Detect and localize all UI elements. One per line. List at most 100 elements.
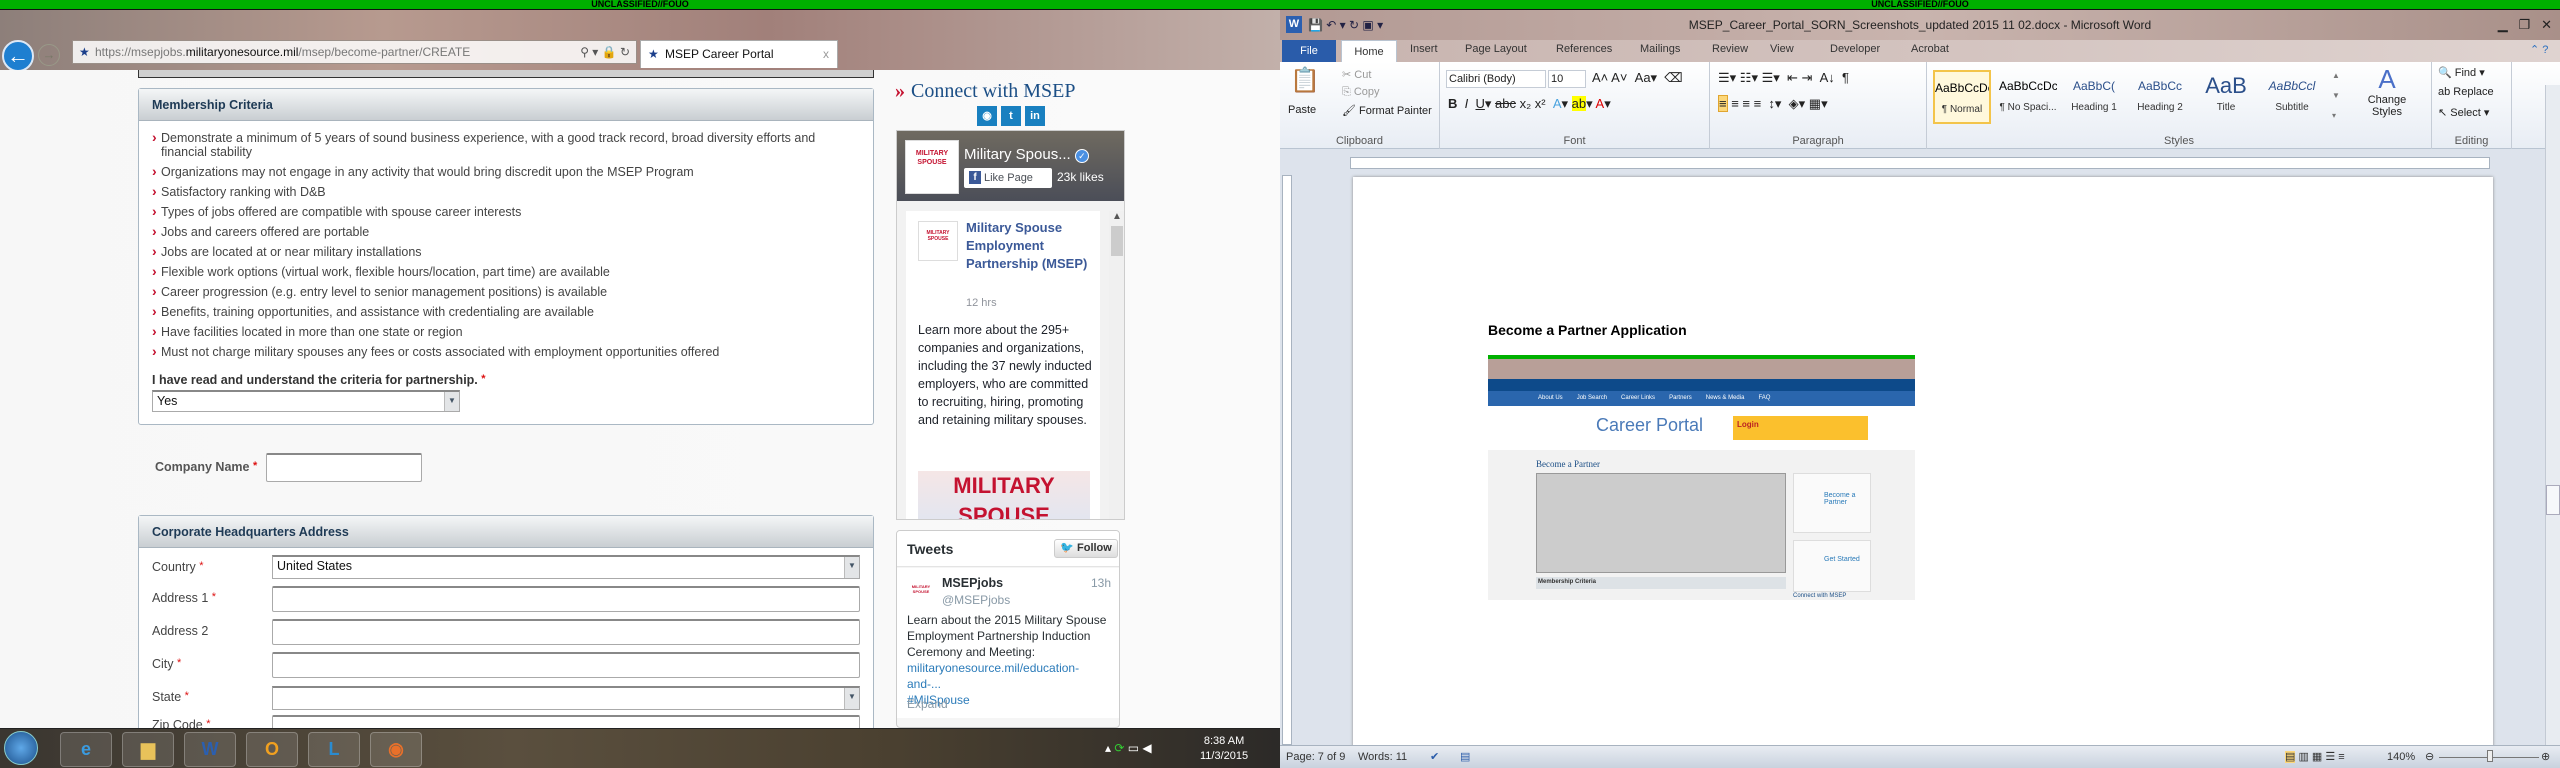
tab-insert[interactable]: Insert bbox=[1410, 43, 1438, 55]
tab-mailings[interactable]: Mailings bbox=[1640, 43, 1680, 55]
taskbar-word-icon[interactable]: W bbox=[184, 732, 236, 767]
address2-label: Address 2 bbox=[152, 624, 209, 638]
post-time: 12 hrs bbox=[966, 297, 997, 309]
paste-button[interactable]: Paste bbox=[1288, 104, 1316, 116]
zoom-level[interactable]: 140% bbox=[2387, 746, 2415, 768]
start-button[interactable] bbox=[4, 731, 38, 765]
tweet-time[interactable]: 13h bbox=[1091, 575, 1111, 591]
cut-button[interactable]: ✂ Cut bbox=[1342, 68, 1371, 81]
tweet-author[interactable]: MSEPjobs bbox=[942, 575, 1003, 591]
alignment-buttons[interactable]: ≡ ≡ ≡ ≡ ↕▾ ◈▾ ▦▾ bbox=[1718, 95, 1828, 112]
page-count[interactable]: Page: 7 of 9 bbox=[1286, 746, 1345, 768]
vertical-ruler[interactable] bbox=[1282, 175, 1292, 745]
tab-close-icon[interactable]: x bbox=[823, 41, 829, 67]
font-format-buttons[interactable]: B I U▾ abc x₂ x² A▾ ab▾ A▾ bbox=[1448, 96, 1611, 112]
zoom-slider[interactable]: ⊖ ⊕ bbox=[2425, 750, 2553, 763]
format-painter-button[interactable]: 🖌 Format Painter bbox=[1342, 104, 1432, 117]
fb-page-name[interactable]: Military Spous... ✓ bbox=[964, 146, 1089, 163]
company-name-input[interactable] bbox=[266, 453, 422, 482]
address1-input[interactable] bbox=[272, 586, 860, 612]
tab-home[interactable]: Home bbox=[1341, 40, 1397, 63]
tab-msep-career-portal[interactable]: ★ MSEP Career Portal x bbox=[640, 40, 838, 68]
vertical-scrollbar[interactable] bbox=[2545, 85, 2560, 745]
tab-references[interactable]: References bbox=[1556, 43, 1612, 55]
country-select[interactable]: United States ▼ bbox=[272, 555, 860, 579]
ack-select[interactable]: Yes ▼ bbox=[152, 390, 460, 412]
tab-developer[interactable]: Developer bbox=[1830, 43, 1880, 55]
font-group: Calibri (Body) 10 A˄ A˅ Aa▾ ⌫ B I U▾ abc… bbox=[1440, 62, 1710, 149]
address-bar[interactable]: ★ https://msepjobs.militaryonesource.mil… bbox=[72, 40, 637, 64]
change-styles-button[interactable]: A Change Styles bbox=[2357, 64, 2417, 118]
style--no-spaci-[interactable]: AaBbCcDc ¶ No Spaci... bbox=[1999, 70, 2057, 124]
taskbar-lync-icon[interactable]: L bbox=[308, 732, 360, 767]
word-count[interactable]: Words: 11 bbox=[1358, 746, 1407, 768]
styles-scroll[interactable]: ▲ ▼ ▾ bbox=[2332, 66, 2344, 126]
twitter-icon[interactable]: t bbox=[1001, 106, 1021, 126]
style--normal[interactable]: AaBbCcDc ¶ Normal bbox=[1933, 70, 1991, 124]
state-select[interactable]: ▼ bbox=[272, 686, 860, 710]
criteria-item: Jobs and careers offered are portable bbox=[139, 224, 839, 239]
select-button[interactable]: ↖ Select ▾ bbox=[2438, 106, 2489, 119]
tab-acrobat[interactable]: Acrobat bbox=[1911, 43, 1949, 55]
favicon-icon: ★ bbox=[648, 47, 659, 61]
font-name-select[interactable]: Calibri (Body) bbox=[1446, 70, 1546, 88]
find-button[interactable]: 🔍 Find ▾ bbox=[2438, 66, 2485, 79]
style-title[interactable]: AaB Title bbox=[2197, 70, 2255, 124]
embedded-nav-item: Partners bbox=[1669, 395, 1692, 401]
taskbar-ie-icon[interactable]: e bbox=[60, 732, 112, 767]
linkedin-icon[interactable]: in bbox=[1025, 106, 1045, 126]
tab-view[interactable]: View bbox=[1770, 43, 1794, 55]
back-button[interactable]: ← bbox=[2, 40, 34, 72]
style-heading-1[interactable]: AaBbC(Heading 1 bbox=[2065, 70, 2123, 124]
connect-heading: » Connect with MSEP bbox=[895, 80, 1076, 102]
tab-review[interactable]: Review bbox=[1712, 43, 1748, 55]
help-icon[interactable]: ⌃ ? bbox=[2530, 43, 2548, 56]
taskbar-explorer-icon[interactable]: ▆ bbox=[122, 732, 174, 767]
view-buttons[interactable]: ▤ ▥ ▦ ☰ ≡ bbox=[2285, 746, 2345, 768]
system-tray-icons[interactable]: ▴ ⟳ ▭ ◀ bbox=[1105, 741, 1152, 755]
font-size-buttons[interactable]: A˄ A˅ Aa▾ ⌫ bbox=[1592, 70, 1683, 86]
tweet-expand[interactable]: Expand bbox=[907, 696, 948, 712]
criteria-item: Demonstrate a minimum of 5 years of soun… bbox=[139, 130, 839, 159]
address2-input[interactable] bbox=[272, 619, 860, 645]
proofing-icon[interactable]: ✔ bbox=[1430, 746, 1439, 768]
horizontal-ruler[interactable] bbox=[1350, 157, 2490, 169]
clock[interactable]: 8:38 AM 11/3/2015 bbox=[1200, 734, 1248, 764]
city-input[interactable] bbox=[272, 652, 860, 678]
list-indent-buttons[interactable]: ☰▾ ☷▾ ☰▾ ⇤ ⇥ A↓ ¶ bbox=[1718, 70, 1849, 86]
search-lock-refresh-icons[interactable]: ⚲ ▾ 🔒 ↻ bbox=[580, 41, 630, 63]
fb-scrollbar[interactable]: ▲ bbox=[1109, 211, 1124, 519]
taskbar-outlook-icon[interactable]: O bbox=[246, 732, 298, 767]
fb-likes-count: 23k likes bbox=[1057, 170, 1104, 184]
style-heading-2[interactable]: AaBbCc Heading 2 bbox=[2131, 70, 2189, 124]
fb-post: MILITARY SPOUSE Military Spouse Employme… bbox=[906, 211, 1100, 519]
tab-page-layout[interactable]: Page Layout bbox=[1465, 43, 1527, 55]
taskbar-firefox-icon[interactable]: ◉ bbox=[370, 732, 422, 767]
follow-button[interactable]: 🐦 Follow bbox=[1054, 539, 1118, 558]
window-controls[interactable]: ▁ ❐ ✕ bbox=[2498, 10, 2552, 40]
criteria-item: Flexible work options (virtual work, fle… bbox=[139, 264, 839, 279]
replace-button[interactable]: ab Replace bbox=[2438, 86, 2494, 98]
document-title: MSEP_Career_Portal_SORN_Screenshots_upda… bbox=[1688, 18, 2152, 32]
criteria-item: Organizations may not engage in any acti… bbox=[139, 164, 839, 179]
country-label: Country * bbox=[152, 560, 204, 574]
rss-icon[interactable]: ◉ bbox=[977, 106, 997, 126]
tab-file[interactable]: File bbox=[1282, 40, 1336, 62]
embedded-nav-item: Career Links bbox=[1621, 395, 1656, 401]
macro-icon[interactable]: ▤ bbox=[1460, 746, 1470, 768]
post-image[interactable]: MILITARY SPOUSE bbox=[918, 471, 1090, 519]
tweet-handle[interactable]: @MSEPjobs bbox=[942, 592, 1010, 608]
forward-button[interactable]: → bbox=[38, 44, 60, 66]
style-subtitle[interactable]: AaBbCcl Subtitle bbox=[2263, 70, 2321, 124]
classification-banner: UNCLASSIFIED//FOUO UNCLASSIFIED//FOUO bbox=[0, 0, 2560, 10]
tweet-link[interactable]: militaryonesource.mil/education-and-... bbox=[907, 661, 1079, 691]
embedded-nav-item: News & Media bbox=[1705, 395, 1745, 401]
quick-access-toolbar[interactable]: 💾 ↶ ▾ ↻ ▣ ▾ bbox=[1308, 10, 1383, 40]
font-size-select[interactable]: 10 bbox=[1548, 70, 1586, 88]
copy-button[interactable]: ⎘ Copy bbox=[1342, 86, 1380, 99]
panel-header: Membership Criteria bbox=[139, 89, 873, 121]
twitter-widget: Tweets 🐦 Follow MILITARY SPOUSE MSEPjobs … bbox=[896, 530, 1120, 728]
document-page[interactable]: Become a Partner Application About Us Job… bbox=[1353, 177, 2493, 757]
fb-like-button[interactable]: f Like Page bbox=[964, 168, 1052, 188]
post-author-link[interactable]: Military Spouse Employment Partnership (… bbox=[966, 219, 1096, 273]
